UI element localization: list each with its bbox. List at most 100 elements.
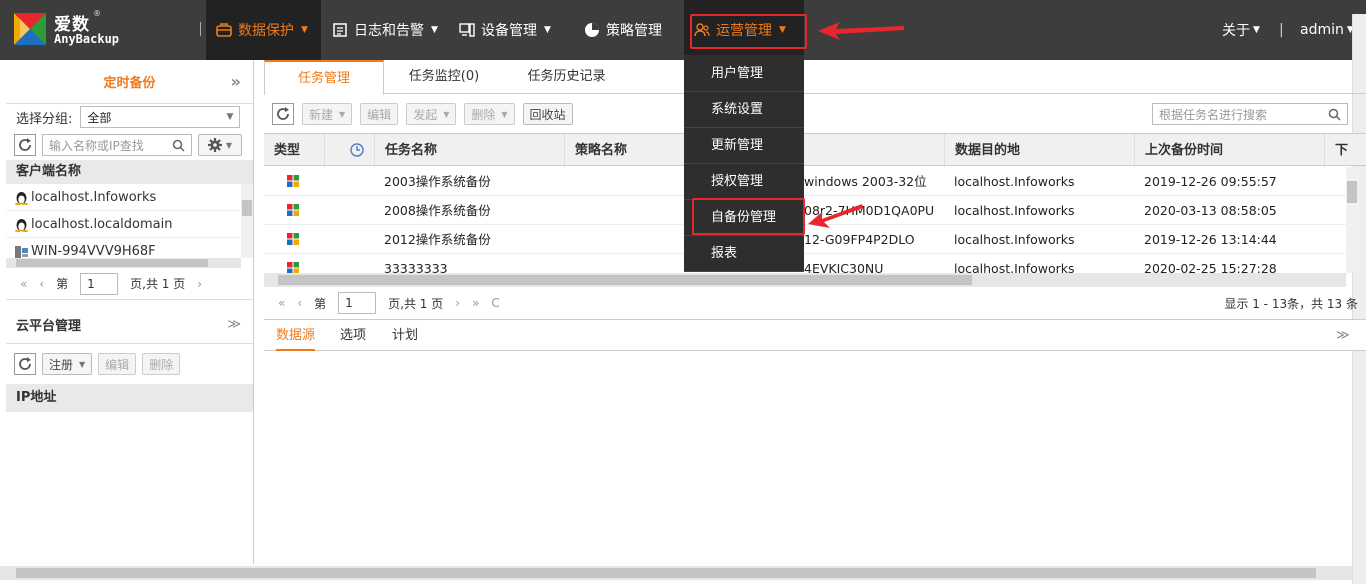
col-last-backup[interactable]: 上次备份时间 xyxy=(1134,134,1324,167)
windows-os-icon xyxy=(287,204,299,216)
register-label: 注册 xyxy=(49,357,74,372)
task-search-placeholder: 根据任务名进行搜索 xyxy=(1159,107,1268,122)
pager-last-button[interactable]: » xyxy=(472,296,479,310)
tab-schedule[interactable]: 计划 xyxy=(392,320,418,351)
table-row[interactable]: 2003操作系统备份 windows 2003-32位 localhost.In… xyxy=(264,167,1346,196)
cell-task-name: 33333333 xyxy=(384,261,448,273)
page-horizontal-scrollbar[interactable] xyxy=(0,566,1352,580)
tab-task-monitor[interactable]: 任务监控(0) xyxy=(384,60,504,94)
client-list-hscrollbar[interactable] xyxy=(6,258,241,268)
pager-first-button[interactable]: « xyxy=(278,296,285,310)
tab-task-management[interactable]: 任务管理 xyxy=(264,60,384,95)
pager-refresh-button[interactable]: C xyxy=(491,296,499,310)
gear-icon xyxy=(207,138,222,152)
col-type[interactable]: 类型 xyxy=(264,134,324,167)
task-grid-vscrollbar[interactable] xyxy=(1346,167,1358,273)
col-schedule[interactable] xyxy=(324,134,374,167)
nav-label-logs: 日志和告警 xyxy=(354,23,424,39)
nav-policy-management[interactable]: 策略管理 xyxy=(574,0,672,60)
tab-data-source[interactable]: 数据源 xyxy=(276,320,316,351)
pager-next-button[interactable]: › xyxy=(455,296,460,310)
cell-destination: localhost.Infoworks xyxy=(954,261,1075,273)
table-row[interactable]: 33333333 4EVKIC30NU localhost.Infoworks … xyxy=(264,254,1346,273)
delete-task-button[interactable]: 删除 ▼ xyxy=(464,103,515,125)
nav-separator xyxy=(200,22,201,36)
settings-menu-button[interactable]: ▼ xyxy=(198,134,242,156)
menu-update-management[interactable]: 更新管理 xyxy=(684,128,804,164)
expand-panel-icon[interactable]: » xyxy=(231,72,241,91)
client-list-vscrollbar[interactable] xyxy=(241,184,253,258)
cell-source: 4EVKIC30NU xyxy=(804,261,884,273)
pager-page-input[interactable]: 1 xyxy=(338,292,377,314)
recycle-bin-button[interactable]: 回收站 xyxy=(522,103,573,125)
cell-last-backup: 2020-03-13 08:58:05 xyxy=(1144,203,1277,218)
pager-next-button[interactable]: › xyxy=(197,277,202,291)
menu-license-management[interactable]: 授权管理 xyxy=(684,164,804,200)
refresh-tasks-button[interactable] xyxy=(272,103,294,125)
menu-user-management[interactable]: 用户管理 xyxy=(684,56,804,92)
group-select[interactable]: 全部 ▼ xyxy=(80,106,241,128)
task-grid-hscrollbar[interactable] xyxy=(264,273,1346,287)
tab-options[interactable]: 选项 xyxy=(340,320,366,351)
list-item-client[interactable]: localhost.localdomain xyxy=(6,211,253,238)
cloud-delete-button[interactable]: 删除 xyxy=(142,353,181,375)
chevron-down-icon: ▼ xyxy=(443,109,450,119)
menu-reports[interactable]: 报表 xyxy=(684,236,804,272)
register-button[interactable]: 注册 ▼ xyxy=(42,353,93,375)
pager-prev-button[interactable]: ‹ xyxy=(297,296,302,310)
windows-os-icon xyxy=(287,233,299,245)
cell-destination: localhost.Infoworks xyxy=(954,232,1075,247)
search-icon xyxy=(172,139,185,152)
linux-os-icon xyxy=(15,191,28,205)
about-menu[interactable]: 关于 ▼ xyxy=(1222,0,1260,60)
delete-task-label: 删除 xyxy=(471,107,496,122)
chevron-down-icon: ▼ xyxy=(226,112,234,122)
chevron-down-icon: ▼ xyxy=(501,109,508,119)
cell-source: 12-G09FP4P2DLO xyxy=(804,232,915,247)
nav-data-protection[interactable]: 数据保护 ▼ xyxy=(206,0,321,60)
windows-os-icon xyxy=(287,175,299,187)
pager-first-button[interactable]: « xyxy=(20,277,27,291)
pager-summary: 显示 1 - 13条，共 13 条 xyxy=(1224,296,1358,311)
launch-task-button[interactable]: 发起 ▼ xyxy=(406,103,457,125)
col-destination[interactable]: 数据目的地 xyxy=(944,134,1134,167)
col-policy-name[interactable]: 策略名称 xyxy=(564,134,684,167)
chevron-down-icon: ▼ xyxy=(339,109,346,119)
pager-page-prefix: 第 xyxy=(56,277,69,291)
client-pager: « ‹ 第 1 页,共 1 页 › xyxy=(6,268,253,300)
pager-page-input[interactable]: 1 xyxy=(80,272,119,295)
refresh-cloud-button[interactable] xyxy=(14,353,36,375)
list-item-client[interactable]: WIN-994VVV9H68F xyxy=(6,238,253,258)
task-toolbar: 新建 ▼ 编辑 发起 ▼ 删除 ▼ 回收站 xyxy=(272,103,573,125)
main-tabs: 任务管理 任务监控(0) 任务历史记录 xyxy=(264,60,1366,95)
task-search-input[interactable]: 根据任务名进行搜索 xyxy=(1152,103,1348,125)
logo-registered-mark: ® xyxy=(93,9,101,18)
client-name: localhost.Infoworks xyxy=(31,189,157,205)
server-icon xyxy=(15,245,28,258)
table-row[interactable]: 2008操作系统备份 08r2-7HM0D1QA0PU localhost.In… xyxy=(264,196,1346,225)
edit-task-button[interactable]: 编辑 xyxy=(360,103,399,125)
new-task-button[interactable]: 新建 ▼ xyxy=(302,103,353,125)
cloud-platform-header: 云平台管理 ≫ xyxy=(6,306,253,344)
chevron-down-icon: ▼ xyxy=(79,359,86,369)
tab-task-history[interactable]: 任务历史记录 xyxy=(504,60,629,94)
ip-address-header: IP地址 xyxy=(6,384,253,412)
table-row[interactable]: 2012操作系统备份 12-G09FP4P2DLO localhost.Info… xyxy=(264,225,1346,254)
pager-prev-button[interactable]: ‹ xyxy=(39,277,44,291)
user-menu[interactable]: admin ▼ xyxy=(1300,0,1354,60)
cloud-edit-button[interactable]: 编辑 xyxy=(98,353,137,375)
collapse-cloud-icon[interactable]: ≫ xyxy=(227,317,241,332)
refresh-clients-button[interactable] xyxy=(14,134,36,156)
nav-device-management[interactable]: 设备管理 ▼ xyxy=(449,0,561,60)
col-next[interactable]: 下 xyxy=(1324,134,1354,167)
client-name-header: 客户端名称 xyxy=(6,160,253,184)
client-search-input[interactable]: 输入名称或IP查找 xyxy=(42,134,192,156)
collapse-detail-icon[interactable]: ≫ xyxy=(1336,320,1350,351)
list-item-client[interactable]: localhost.Infoworks xyxy=(6,184,253,211)
cell-last-backup: 2020-02-25 15:27:28 xyxy=(1144,261,1277,273)
refresh-icon xyxy=(19,138,31,151)
briefcase-icon xyxy=(216,23,232,37)
nav-logs-alerts[interactable]: 日志和告警 ▼ xyxy=(322,0,448,60)
col-task-name[interactable]: 任务名称 xyxy=(374,134,564,167)
menu-system-settings[interactable]: 系统设置 xyxy=(684,92,804,128)
